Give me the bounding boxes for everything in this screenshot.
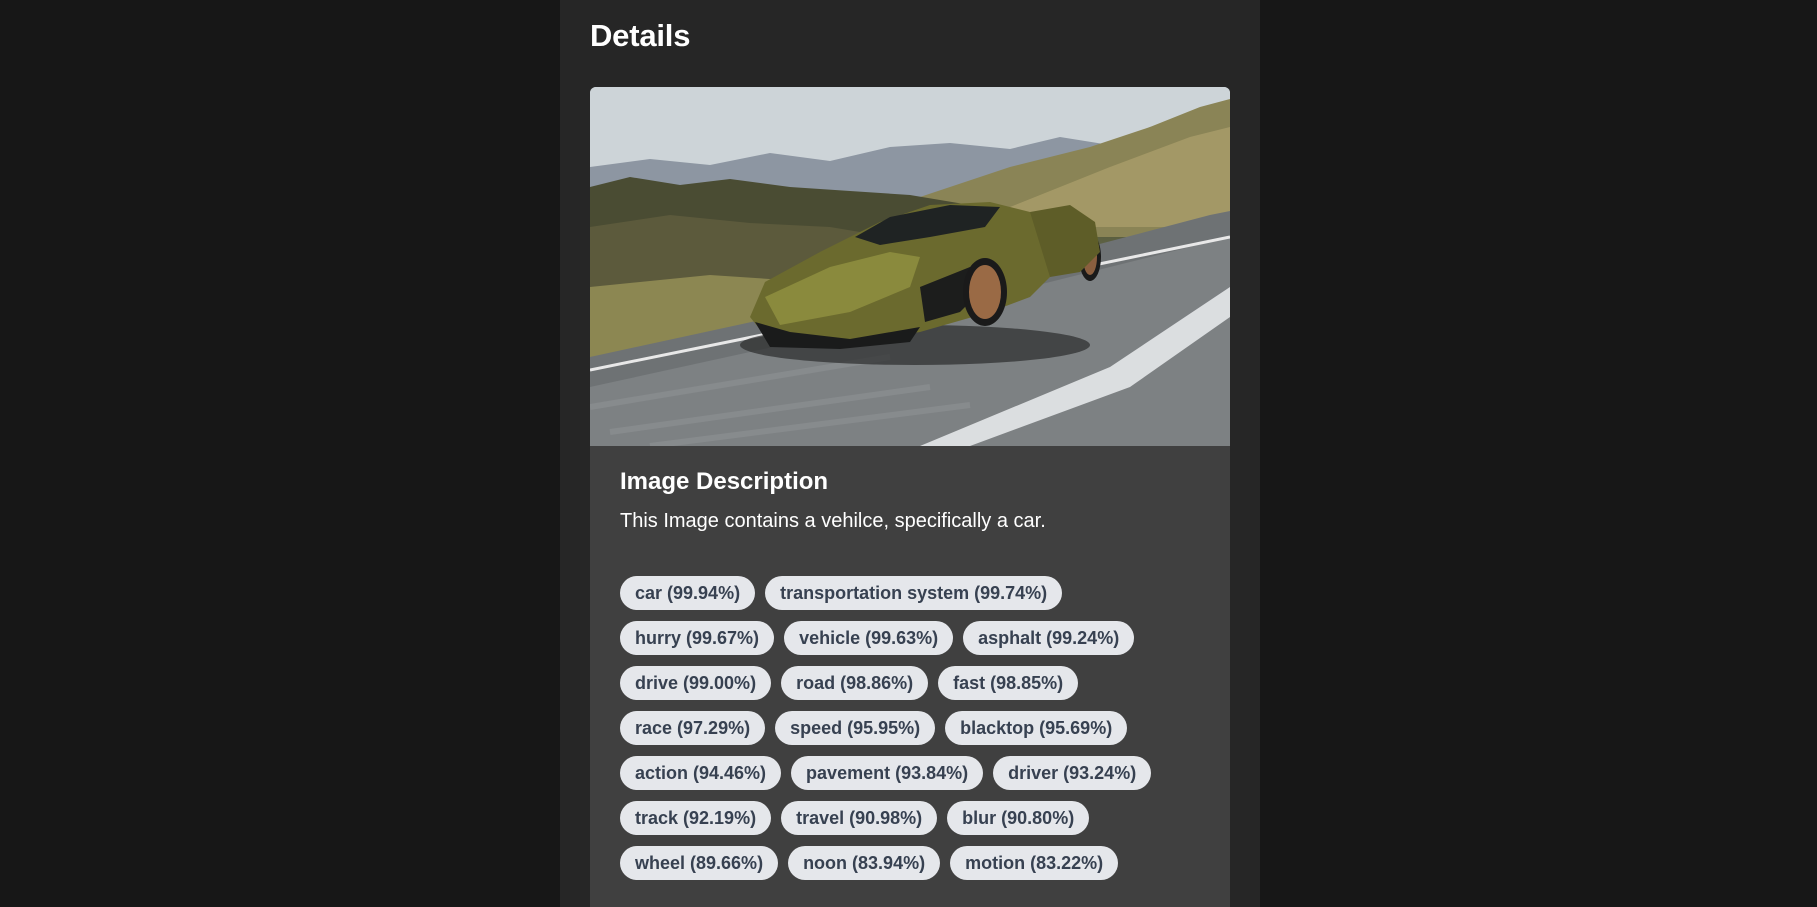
tag-pill: motion (83.22%) [950, 846, 1119, 880]
tag-pill: blacktop (95.69%) [945, 711, 1128, 745]
card-body: Image Description This Image contains a … [590, 446, 1230, 880]
tag-pill: pavement (93.84%) [791, 756, 984, 790]
tag-pill: hurry (99.67%) [620, 621, 775, 655]
tag-pill: speed (95.95%) [775, 711, 936, 745]
description-text: This Image contains a vehilce, specifica… [620, 510, 1046, 532]
tag-pill: car (99.94%) [620, 576, 756, 610]
tag-pill: fast (98.85%) [938, 666, 1079, 700]
tag-pill: road (98.86%) [781, 666, 929, 700]
tag-pill: drive (99.00%) [620, 666, 772, 700]
tag-pill: driver (93.24%) [993, 756, 1152, 790]
tag-pill: vehicle (99.63%) [784, 621, 954, 655]
page-title: Details [590, 18, 691, 53]
tag-list: car (99.94%) transportation system (99.74… [620, 576, 1200, 880]
tag-pill: track (92.19%) [620, 801, 772, 835]
tag-pill: action (94.46%) [620, 756, 782, 790]
car-photo [590, 87, 1230, 446]
tag-pill: race (97.29%) [620, 711, 766, 745]
tag-pill: noon (83.94%) [788, 846, 941, 880]
tag-pill: wheel (89.66%) [620, 846, 779, 880]
tag-pill: blur (90.80%) [947, 801, 1090, 835]
image-card: Image Description This Image contains a … [590, 87, 1230, 907]
tag-pill: travel (90.98%) [781, 801, 938, 835]
description-title: Image Description [620, 468, 829, 495]
tag-pill: asphalt (99.24%) [963, 621, 1135, 655]
details-panel: Details Image Description This Image con… [560, 0, 1260, 907]
tag-pill: transportation system (99.74%) [765, 576, 1063, 610]
